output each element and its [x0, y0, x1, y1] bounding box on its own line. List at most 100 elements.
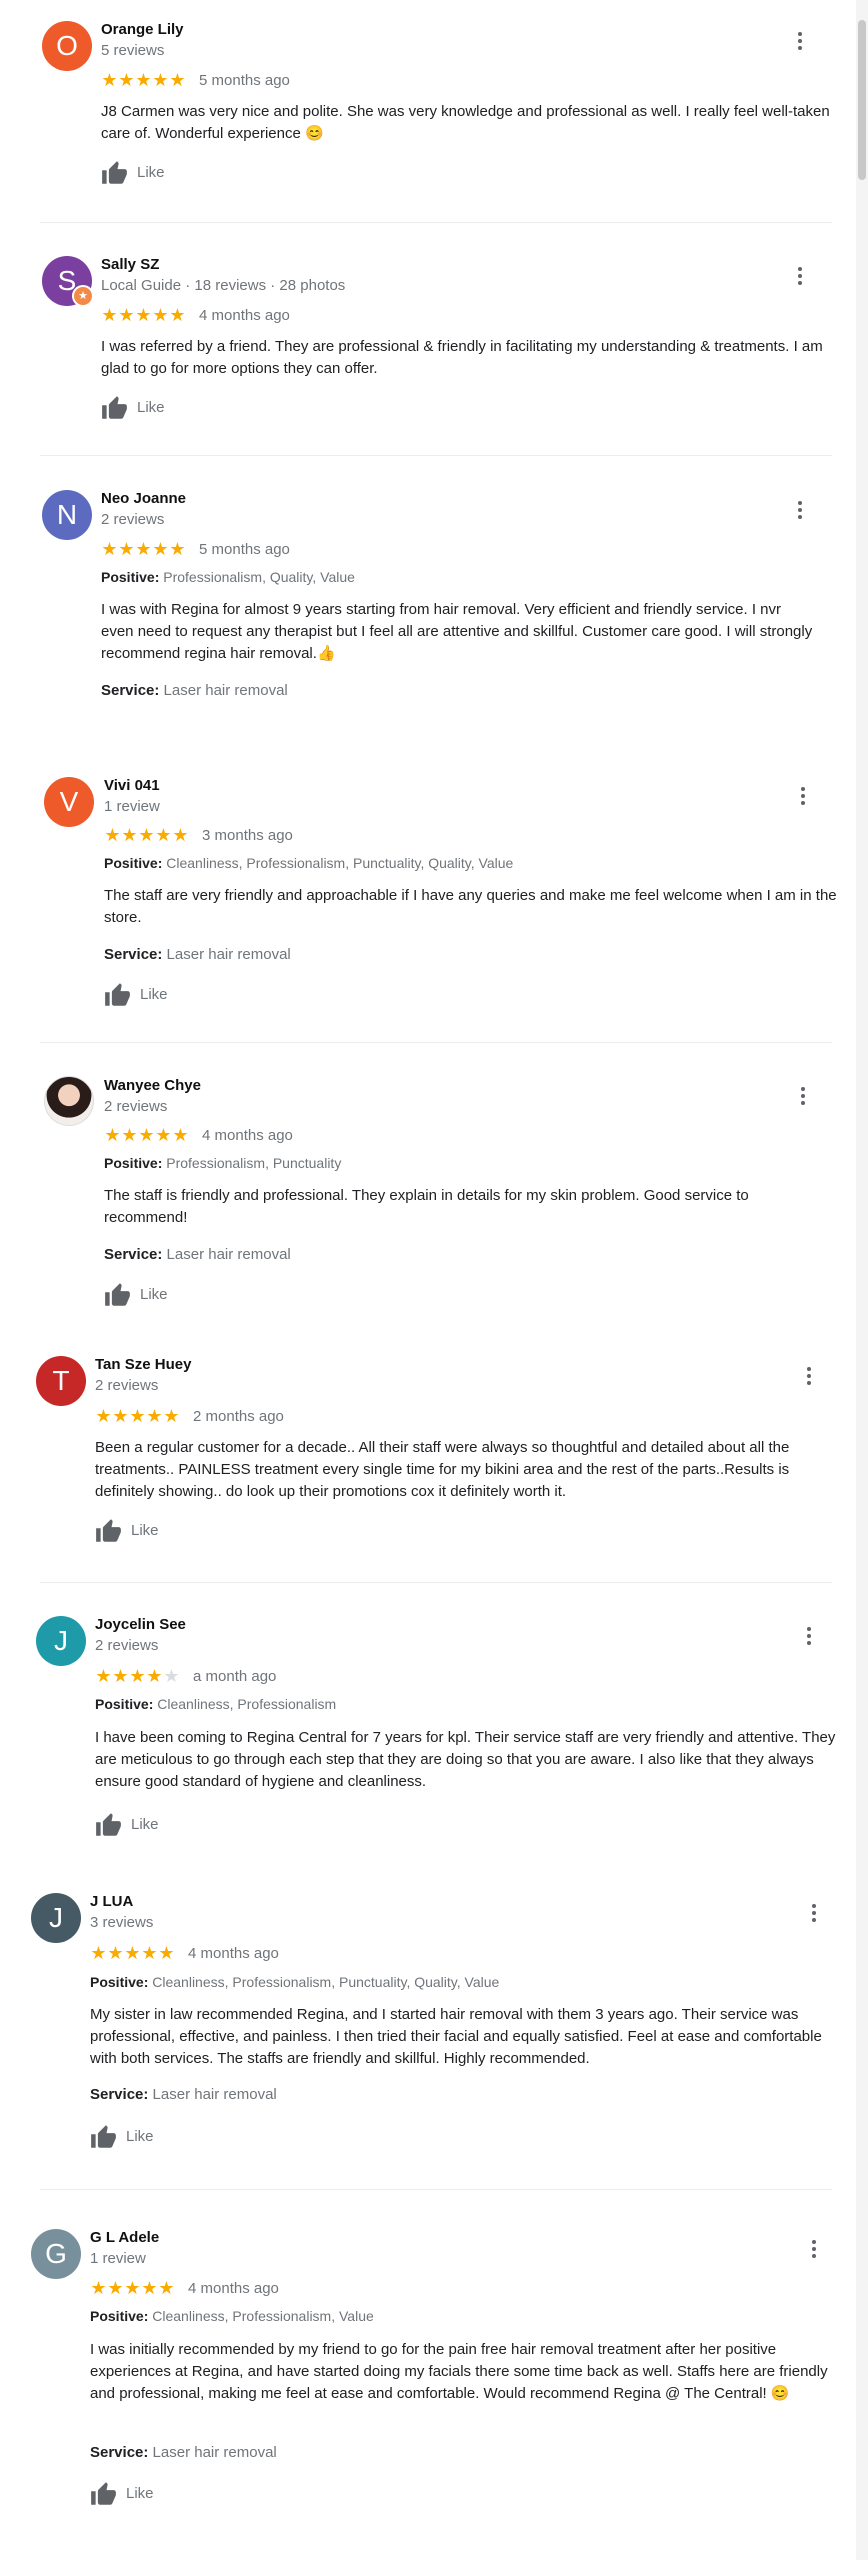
more-options-icon[interactable]: [797, 1362, 821, 1390]
emoji: 😊: [305, 125, 324, 142]
positive-tags: Positive: Cleanliness, Professionalism, …: [90, 2308, 374, 2324]
avatar[interactable]: J: [31, 1893, 81, 1943]
star-icon: ★: [158, 1943, 175, 1963]
like-button[interactable]: Like: [101, 158, 165, 186]
avatar[interactable]: V: [44, 777, 94, 827]
positive-values: Cleanliness, Professionalism: [157, 1696, 337, 1712]
reviewer-name[interactable]: Neo Joanne: [101, 490, 186, 507]
more-options-icon[interactable]: [802, 1899, 826, 1927]
reviewer-name[interactable]: Vivi 041: [104, 777, 160, 794]
review-date: 4 months ago: [188, 2279, 279, 2297]
positive-tags: Positive: Cleanliness, Professionalism: [95, 1696, 336, 1712]
positive-tags: Positive: Professionalism, Punctuality: [104, 1155, 341, 1171]
avatar[interactable]: G: [31, 2229, 81, 2279]
star-icon: ★: [118, 305, 135, 325]
reviewer-name[interactable]: Tan Sze Huey: [95, 1356, 191, 1373]
star-rating: ★ ★ ★ ★ ★: [104, 825, 189, 845]
positive-label: Positive:: [90, 1974, 149, 1990]
star-rating: ★ ★ ★ ★ ★: [90, 2278, 175, 2298]
like-button[interactable]: Like: [101, 393, 165, 421]
positive-label: Positive:: [90, 2308, 149, 2324]
more-options-icon[interactable]: [797, 1622, 821, 1650]
star-icon: ★: [172, 825, 189, 845]
service-label: Service:: [101, 682, 160, 699]
positive-values: Cleanliness, Professionalism, Value: [152, 2308, 374, 2324]
reviewer-name[interactable]: Sally SZ: [101, 256, 159, 273]
positive-values: Cleanliness, Professionalism, Punctualit…: [152, 1974, 500, 1990]
reviewer-name[interactable]: Wanyee Chye: [104, 1077, 201, 1094]
rating: ★ ★ ★ ★ ★ 5 months ago: [101, 539, 290, 559]
service-value: Laser hair removal: [163, 682, 288, 699]
star-icon: ★: [107, 2278, 124, 2298]
reviewer-meta: 3 reviews: [90, 1914, 154, 1931]
reviewer-meta: 2 reviews: [95, 1377, 159, 1394]
more-options-icon[interactable]: [788, 262, 812, 290]
thumbs-up-icon: [95, 1812, 122, 1837]
star-icon: ★: [155, 1125, 172, 1145]
like-label: Like: [140, 1285, 168, 1303]
review-date: 4 months ago: [202, 1126, 293, 1144]
reviewer-name[interactable]: J LUA: [90, 1893, 133, 1910]
star-rating: ★ ★ ★ ★ ★: [101, 70, 186, 90]
service-info: Service: Laser hair removal: [90, 2444, 277, 2461]
review-date: 3 months ago: [202, 826, 293, 844]
service-label: Service:: [104, 1246, 163, 1263]
service-value: Laser hair removal: [152, 2086, 277, 2103]
star-icon: ★: [124, 1943, 141, 1963]
review-card: T Tan Sze Huey 2 reviews ★ ★ ★ ★ ★ 2 months …: [0, 1340, 856, 1585]
like-button[interactable]: Like: [95, 1516, 159, 1544]
star-empty-icon: ★: [163, 1666, 180, 1686]
star-rating: ★ ★ ★ ★ ★: [95, 1406, 180, 1426]
service-label: Service:: [90, 2086, 149, 2103]
like-label: Like: [137, 163, 165, 181]
scrollbar-thumb[interactable]: [858, 20, 866, 180]
reviewer-name[interactable]: G L Adele: [90, 2229, 159, 2246]
star-icon: ★: [141, 2278, 158, 2298]
review-text: Been a regular customer for a decade.. A…: [95, 1439, 790, 1500]
service-label: Service:: [90, 2444, 149, 2461]
avatar[interactable]: N: [42, 490, 92, 540]
star-icon: ★: [107, 1943, 124, 1963]
avatar[interactable]: O: [42, 21, 92, 71]
rating: ★ ★ ★ ★ ★ 4 months ago: [90, 2278, 279, 2298]
thumbs-up-icon: [101, 395, 128, 420]
reviewer-meta: 1 review: [104, 798, 160, 815]
more-options-icon[interactable]: [802, 2235, 826, 2263]
star-rating: ★ ★ ★ ★ ★: [101, 305, 186, 325]
review-date: 4 months ago: [199, 306, 290, 324]
like-button[interactable]: Like: [104, 1280, 168, 1308]
positive-label: Positive:: [95, 1696, 154, 1712]
like-button[interactable]: Like: [90, 2122, 154, 2150]
review-text: The staff are very friendly and approach…: [104, 887, 837, 926]
thumbs-up-icon: [104, 1282, 131, 1307]
scrollbar[interactable]: [856, 0, 868, 2560]
star-icon: ★: [135, 539, 152, 559]
star-icon: ★: [101, 539, 118, 559]
service-value: Laser hair removal: [152, 2444, 277, 2461]
more-options-icon[interactable]: [788, 496, 812, 524]
like-button[interactable]: Like: [90, 2479, 154, 2507]
like-button[interactable]: Like: [104, 980, 168, 1008]
positive-values: Professionalism, Quality, Value: [163, 569, 355, 585]
service-info: Service: Laser hair removal: [101, 682, 288, 699]
avatar[interactable]: T: [36, 1356, 86, 1406]
avatar[interactable]: [44, 1076, 94, 1126]
avatar[interactable]: J: [36, 1616, 86, 1666]
reviewer-meta: 5 reviews: [101, 42, 165, 59]
reviewer-name[interactable]: Joycelin See: [95, 1616, 186, 1633]
more-options-icon[interactable]: [791, 1082, 815, 1110]
star-rating: ★ ★ ★ ★ ★: [90, 1943, 175, 1963]
reviewer-meta: 2 reviews: [101, 511, 165, 528]
review-text-body: I was initially recommended by my friend…: [90, 2341, 828, 2402]
more-options-icon[interactable]: [791, 782, 815, 810]
rating: ★ ★ ★ ★ ★ 2 months ago: [95, 1406, 283, 1426]
star-icon: ★: [101, 305, 118, 325]
positive-label: Positive:: [104, 855, 163, 871]
positive-tags: Positive: Cleanliness, Professionalism, …: [104, 855, 513, 871]
like-button[interactable]: Like: [95, 1810, 159, 1838]
review-card: J J LUA 3 reviews ★ ★ ★ ★ ★ 4 months ago Pos…: [0, 1877, 856, 2203]
reviewer-name[interactable]: Orange Lily: [101, 21, 184, 38]
more-options-icon[interactable]: [788, 27, 812, 55]
review-date: 5 months ago: [199, 540, 290, 558]
star-icon: ★: [158, 2278, 175, 2298]
